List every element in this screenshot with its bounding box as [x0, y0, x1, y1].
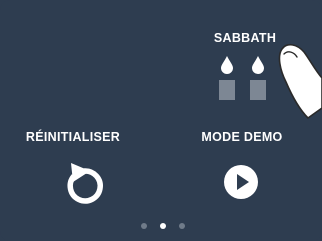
- finger-pointer-icon: [278, 43, 322, 119]
- screen: SABBATH RÉINITIALISER MODE DEMO: [0, 0, 322, 241]
